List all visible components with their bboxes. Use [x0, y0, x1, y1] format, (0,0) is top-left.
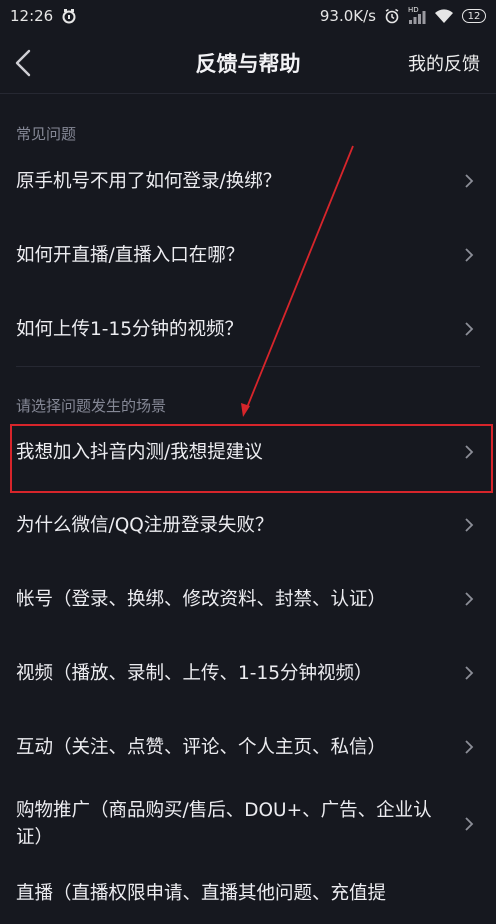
scenario-item-video[interactable]: 视频（播放、录制、上传、1-15分钟视频） [0, 636, 496, 710]
battery-icon: 12 [462, 9, 486, 23]
scenario-section-header: 请选择问题发生的场景 [16, 397, 167, 415]
battery-level: 12 [467, 10, 481, 22]
chevron-right-icon [464, 173, 474, 189]
faq-item-live-entry[interactable]: 如何开直播/直播入口在哪？ [0, 218, 496, 292]
faq-section-header: 常见问题 [16, 125, 77, 143]
nav-bar: 反馈与帮助 我的反馈 [0, 32, 496, 94]
list-item-label: 帐号（登录、换绑、修改资料、封禁、认证） [16, 588, 387, 610]
page-title: 反馈与帮助 [195, 51, 301, 76]
chevron-right-icon [464, 247, 474, 263]
status-bar-right: 93.0K/s HD 12 [319, 5, 486, 25]
scenario-item-shopping-promotion[interactable]: 购物推广（商品购买/售后、DOU+、广告、企业认证） [0, 784, 496, 864]
status-time: 12:26 [10, 7, 54, 25]
faq-item-upload-video[interactable]: 如何上传1-15分钟的视频？ [0, 292, 496, 366]
status-bar: 12:26 93.0K/s HD 12 [0, 0, 496, 32]
list-item-label: 为什么微信/QQ注册登录失败？ [16, 514, 274, 536]
list-item-label: 直播（直播权限申请、直播其他问题、充值提 [16, 883, 387, 904]
wifi-icon [434, 8, 454, 24]
scenario-item-beta-suggestion[interactable]: 我想加入抖音内测/我想提建议 [0, 416, 496, 488]
faq-item-change-phone[interactable]: 原手机号不用了如何登录/换绑？ [0, 144, 496, 218]
chevron-right-icon [464, 517, 474, 533]
chevron-right-icon [464, 321, 474, 337]
scenario-item-interaction[interactable]: 互动（关注、点赞、评论、个人主页、私信） [0, 710, 496, 784]
network-speed: 93.0K/s [319, 7, 376, 25]
list-item-label: 购物推广（商品购买/售后、DOU+、广告、企业认证） [16, 800, 432, 848]
back-button[interactable] [14, 48, 42, 78]
scenario-item-live[interactable]: 直播（直播权限申请、直播其他问题、充值提 [0, 864, 496, 924]
status-bar-left: 12:26 [10, 7, 77, 25]
my-feedback-button[interactable]: 我的反馈 [408, 50, 480, 76]
chevron-right-icon [464, 591, 474, 607]
list-item-label: 视频（播放、录制、上传、1-15分钟视频） [16, 662, 373, 684]
network-badge: HD [408, 5, 419, 14]
app-notification-icon [61, 8, 77, 24]
list-item-label: 互动（关注、点赞、评论、个人主页、私信） [16, 736, 387, 758]
list-item-label: 如何开直播/直播入口在哪？ [16, 244, 245, 266]
alarm-icon [384, 8, 400, 24]
list-item-label: 原手机号不用了如何登录/换绑？ [16, 170, 282, 192]
list-item-label: 我想加入抖音内测/我想提建议 [16, 441, 263, 463]
chevron-right-icon [464, 739, 474, 755]
scenario-item-account[interactable]: 帐号（登录、换绑、修改资料、封禁、认证） [0, 562, 496, 636]
list-item-label: 如何上传1-15分钟的视频？ [16, 318, 243, 340]
signal-icon: HD [408, 5, 426, 24]
chevron-right-icon [464, 816, 474, 832]
chevron-left-icon [15, 49, 31, 76]
scenario-item-wechat-qq-login[interactable]: 为什么微信/QQ注册登录失败？ [0, 488, 496, 562]
chevron-right-icon [464, 444, 474, 460]
chevron-right-icon [464, 665, 474, 681]
